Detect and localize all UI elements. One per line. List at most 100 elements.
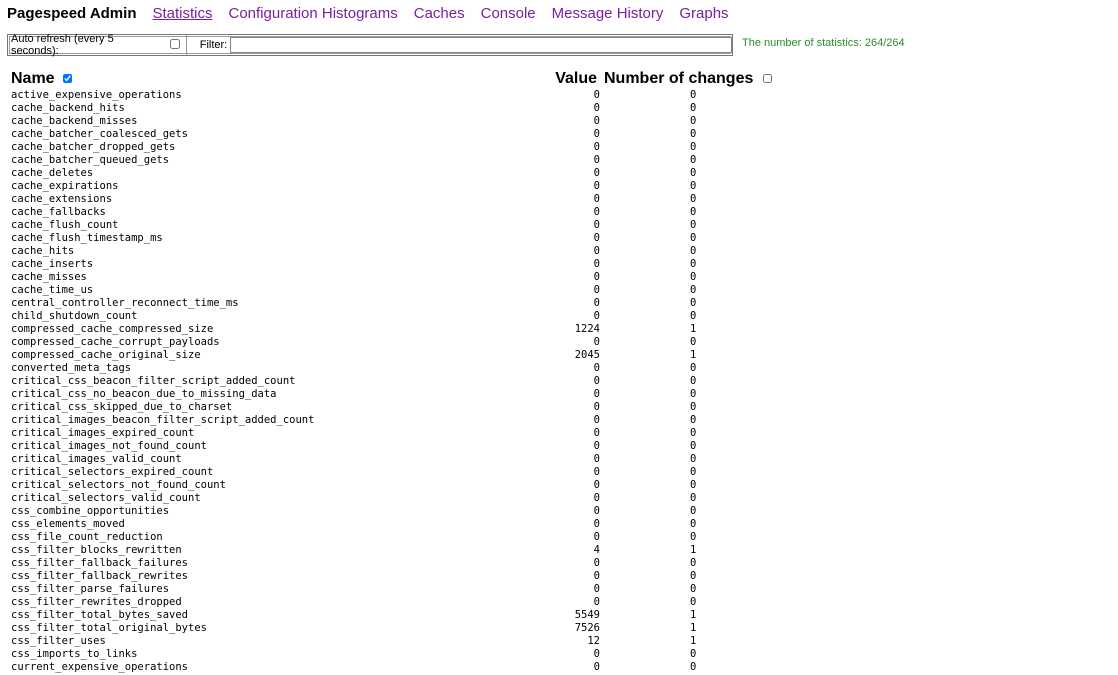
- table-header: Name Value Number of changes: [0, 69, 1118, 89]
- stat-name: cache_expirations: [11, 180, 119, 192]
- stat-changes: 0: [690, 466, 697, 478]
- stat-value: 0: [593, 232, 600, 244]
- stat-name: compressed_cache_original_size: [11, 349, 201, 361]
- stat-changes: 0: [690, 232, 697, 244]
- stat-changes: 0: [690, 362, 697, 374]
- stat-value: 7526: [574, 622, 600, 634]
- nav-link-console[interactable]: Console: [481, 5, 536, 22]
- stat-value: 0: [593, 401, 600, 413]
- table-row: css_filter_parse_failures 0 0: [0, 583, 1118, 596]
- table-row: css_elements_moved 0 0: [0, 518, 1118, 531]
- stat-value: 0: [593, 245, 600, 257]
- table-row: cache_flush_timestamp_ms 0 0: [0, 232, 1118, 245]
- stat-name: critical_css_no_beacon_due_to_missing_da…: [11, 388, 277, 400]
- table-row: css_filter_total_bytes_saved 5549 1: [0, 609, 1118, 622]
- stat-changes: 0: [690, 401, 697, 413]
- stat-name: cache_inserts: [11, 258, 94, 270]
- stat-value: 0: [593, 128, 600, 140]
- stat-changes: 1: [690, 622, 697, 634]
- auto-refresh-checkbox[interactable]: [169, 38, 180, 49]
- stat-name: css_filter_total_original_bytes: [11, 622, 207, 634]
- stat-value: 4: [593, 544, 600, 556]
- stat-name: cache_backend_misses: [11, 115, 138, 127]
- stat-name: cache_batcher_queued_gets: [11, 154, 170, 166]
- header-value[interactable]: Value: [555, 70, 597, 88]
- table-row: cache_hits 0 0: [0, 245, 1118, 258]
- stat-changes: 0: [690, 310, 697, 322]
- table-row: compressed_cache_original_size 2045 1: [0, 349, 1118, 362]
- table-row: cache_inserts 0 0: [0, 258, 1118, 271]
- nav-link-statistics[interactable]: Statistics: [152, 5, 212, 22]
- name-sort-checkbox[interactable]: [63, 74, 72, 83]
- nav-link-configuration-histograms[interactable]: Configuration Histograms: [229, 5, 398, 22]
- stat-value: 0: [593, 375, 600, 387]
- header-number-of-changes[interactable]: Number of changes: [604, 70, 753, 88]
- statistics-count: The number of statistics: 264/264: [742, 37, 905, 49]
- stat-name: css_combine_opportunities: [11, 505, 170, 517]
- stat-value: 0: [593, 258, 600, 270]
- stat-changes: 0: [690, 154, 697, 166]
- stat-value: 0: [593, 297, 600, 309]
- stat-value: 0: [593, 154, 600, 166]
- stat-name: critical_selectors_expired_count: [11, 466, 214, 478]
- stat-value: 0: [593, 89, 600, 101]
- stat-value: 0: [593, 596, 600, 608]
- stat-changes: 0: [690, 557, 697, 569]
- stat-name: compressed_cache_compressed_size: [11, 323, 214, 335]
- stat-value: 0: [593, 661, 600, 673]
- stat-name: central_controller_reconnect_time_ms: [11, 297, 239, 309]
- stat-name: css_filter_uses: [11, 635, 106, 647]
- stat-changes: 0: [690, 596, 697, 608]
- table-row: child_shutdown_count 0 0: [0, 310, 1118, 323]
- stat-name: css_imports_to_links: [11, 648, 138, 660]
- table-row: central_controller_reconnect_time_ms 0 0: [0, 297, 1118, 310]
- stat-changes: 0: [690, 440, 697, 452]
- table-row: current_expensive_operations 0 0: [0, 661, 1118, 674]
- stat-name: converted_meta_tags: [11, 362, 132, 374]
- nav-link-message-history[interactable]: Message History: [552, 5, 664, 22]
- stat-changes: 0: [690, 219, 697, 231]
- stat-name: cache_batcher_coalesced_gets: [11, 128, 189, 140]
- nav-link-caches[interactable]: Caches: [414, 5, 465, 22]
- stat-name: active_expensive_operations: [11, 89, 182, 101]
- stat-value: 0: [593, 388, 600, 400]
- stat-value: 0: [593, 492, 600, 504]
- header-name[interactable]: Name: [11, 70, 55, 88]
- stat-name: css_filter_parse_failures: [11, 583, 170, 595]
- stat-name: css_file_count_reduction: [11, 531, 163, 543]
- stat-changes: 1: [690, 323, 697, 335]
- stat-name: critical_selectors_valid_count: [11, 492, 201, 504]
- controls-divider: [185, 35, 187, 55]
- table-row: compressed_cache_corrupt_payloads 0 0: [0, 336, 1118, 349]
- table-row: cache_expirations 0 0: [0, 180, 1118, 193]
- brand-title: Pagespeed Admin: [7, 5, 137, 22]
- stat-name: cache_extensions: [11, 193, 113, 205]
- table-row: css_filter_uses 12 1: [0, 635, 1118, 648]
- stat-value: 0: [593, 648, 600, 660]
- table-row: critical_images_valid_count 0 0: [0, 453, 1118, 466]
- nav-link-graphs[interactable]: Graphs: [679, 5, 728, 22]
- stat-name: critical_images_beacon_filter_script_add…: [11, 414, 315, 426]
- stat-changes: 0: [690, 479, 697, 491]
- stat-value: 0: [593, 180, 600, 192]
- stat-name: cache_fallbacks: [11, 206, 106, 218]
- stat-name: cache_deletes: [11, 167, 94, 179]
- stat-value: 0: [593, 440, 600, 452]
- stat-value: 0: [593, 466, 600, 478]
- stat-name: critical_images_expired_count: [11, 427, 195, 439]
- table-row: critical_selectors_valid_count 0 0: [0, 492, 1118, 505]
- stat-name: css_filter_blocks_rewritten: [11, 544, 182, 556]
- auto-refresh-label: Auto refresh (every 5 seconds):: [11, 33, 114, 57]
- table-row: cache_batcher_dropped_gets 0 0: [0, 141, 1118, 154]
- table-row: critical_images_not_found_count 0 0: [0, 440, 1118, 453]
- changes-sort-checkbox[interactable]: [763, 74, 772, 83]
- stat-value: 0: [593, 102, 600, 114]
- stat-name: critical_images_not_found_count: [11, 440, 207, 452]
- table-row: cache_fallbacks 0 0: [0, 206, 1118, 219]
- stat-changes: 0: [690, 193, 697, 205]
- stat-name: cache_time_us: [11, 284, 94, 296]
- stat-changes: 1: [690, 635, 697, 647]
- table-row: css_filter_total_original_bytes 7526 1: [0, 622, 1118, 635]
- stat-changes: 0: [690, 167, 697, 179]
- filter-input[interactable]: [230, 37, 732, 53]
